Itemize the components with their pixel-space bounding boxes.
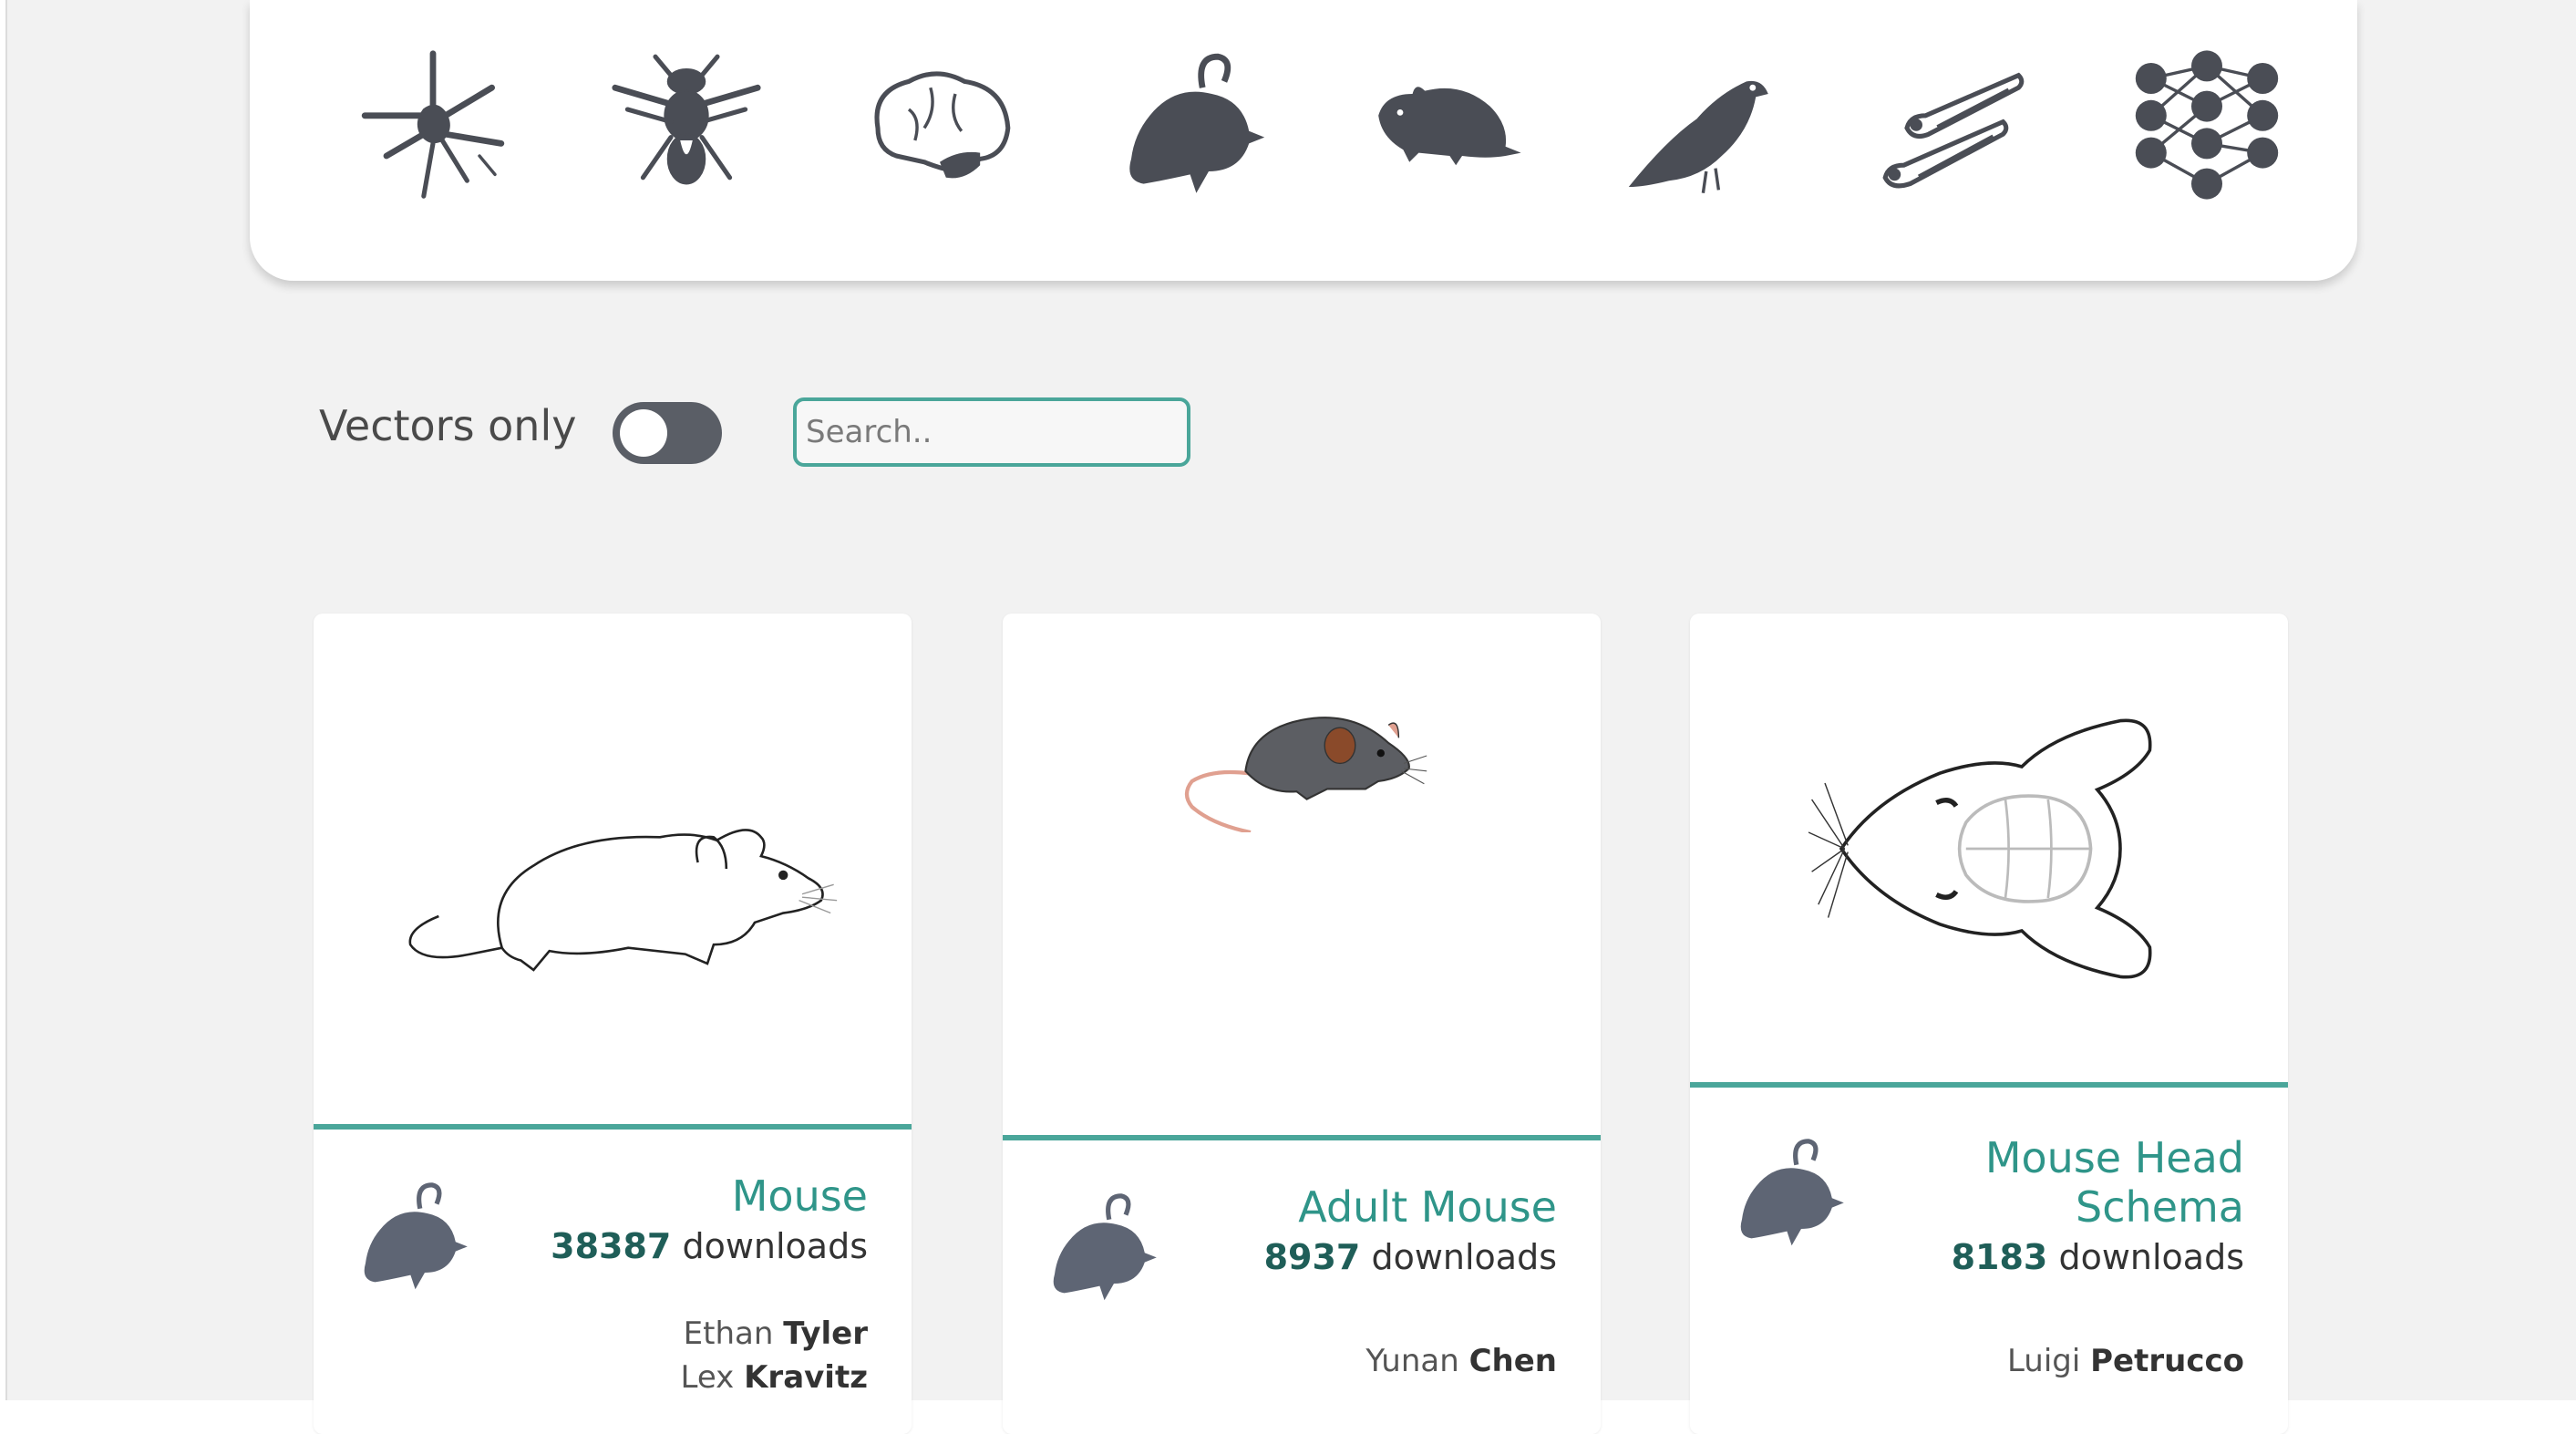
author-last-name: Chen [1468,1343,1557,1379]
download-count: 8937 [1263,1237,1361,1277]
mouse-icon [364,1182,468,1290]
author-first-name: Ethan [683,1315,774,1352]
card-downloads: 38387 downloads [551,1226,868,1266]
neural-network-icon[interactable] [2129,47,2284,202]
card-divider [1690,1082,2288,1088]
author-first-name: Yunan [1365,1343,1459,1379]
download-count: 8183 [1951,1237,2048,1277]
card-downloads: 8937 downloads [1264,1237,1557,1277]
card-title: Mouse Head Schema [1985,1133,2244,1232]
adult-mouse-illustration [1184,717,1427,832]
card-author: Ethan Tyler [684,1315,868,1352]
fly-icon[interactable] [609,47,764,202]
card-downloads: 8183 downloads [1952,1237,2244,1277]
card-image [1003,614,1601,1135]
card-title: Mouse [731,1171,868,1221]
card-divider [314,1124,912,1130]
card-divider [1003,1135,1601,1140]
card-mouse[interactable]: Mouse 38387 downloads Ethan Tyler Lex Kr… [314,614,912,1434]
search-input[interactable] [793,397,1190,467]
mouse-icon[interactable] [1116,47,1271,202]
brain-icon[interactable] [862,47,1017,202]
neuron-icon[interactable] [355,47,510,202]
author-last-name: Tyler [783,1315,868,1352]
category-bar [250,0,2357,281]
downloads-label: downloads [2058,1237,2244,1277]
mouse-icon [1053,1193,1157,1301]
card-author: Lex Kravitz [680,1359,868,1396]
card-title: Adult Mouse [1298,1182,1557,1232]
mouse-head-schema-drawing [1808,718,2152,979]
author-first-name: Luigi [2006,1343,2081,1379]
downloads-label: downloads [1371,1237,1557,1277]
zebrafish-icon[interactable] [1876,47,2031,202]
card-image [1690,614,2288,1084]
card-mouse-head-schema[interactable]: Mouse Head Schema 8183 downloads Luigi P… [1690,614,2288,1434]
vectors-only-toggle[interactable] [613,402,722,464]
mouse-icon [1740,1139,1844,1246]
card-author: Yunan Chen [1365,1343,1557,1379]
toggle-knob [620,409,667,457]
page: Vectors only Mouse 38387 downloads Ethan [5,0,2576,1434]
rat-icon[interactable] [1369,47,1524,202]
author-first-name: Lex [680,1359,735,1396]
card-image [314,614,912,1124]
card-adult-mouse[interactable]: Adult Mouse 8937 downloads Yunan Chen [1003,614,1601,1434]
downloads-label: downloads [682,1226,868,1266]
author-last-name: Kravitz [744,1359,868,1396]
card-author: Luigi Petrucco [2007,1343,2244,1379]
author-last-name: Petrucco [2090,1343,2244,1379]
download-count: 38387 [551,1226,672,1266]
mouse-line-drawing [408,829,838,972]
card-title-line: Schema [2076,1182,2244,1232]
card-title-line: Mouse Head [1984,1133,2244,1182]
bird-icon[interactable] [1623,47,1777,202]
vectors-only-label: Vectors only [319,401,577,450]
